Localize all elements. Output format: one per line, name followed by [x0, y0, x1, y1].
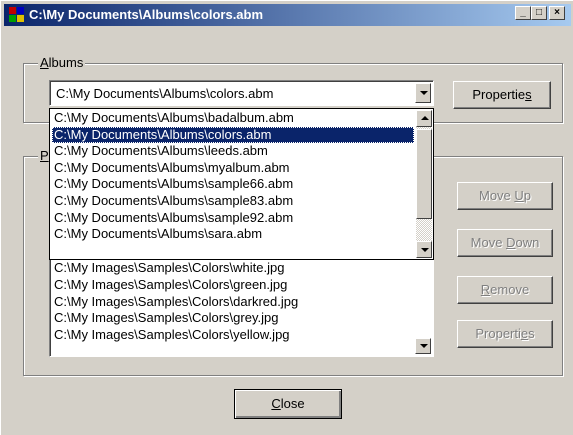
- photos-scroll-down-button[interactable]: [415, 338, 431, 354]
- app-icon[interactable]: [9, 7, 25, 23]
- minimize-button[interactable]: _: [515, 6, 531, 20]
- albums-label-rest: lbums: [48, 55, 84, 70]
- photo-list-item[interactable]: C:\My Images\Samples\Colors\white.jpg: [52, 260, 284, 276]
- photo-list-item[interactable]: C:\My Images\Samples\Colors\yellow.jpg: [52, 327, 290, 343]
- photo-list-item[interactable]: C:\My Images\Samples\Colors\darkred.jpg: [52, 294, 298, 310]
- close-label-mnemonic: C: [271, 396, 281, 411]
- album-combobox[interactable]: C:\My Documents\Albums\colors.abm: [49, 80, 434, 106]
- move-up-label-post: p: [523, 188, 532, 203]
- album-combobox-value: C:\My Documents\Albums\colors.abm: [56, 86, 274, 101]
- album-properties-label-mnemonic: s: [525, 87, 532, 102]
- dropdown-scroll-up-button[interactable]: [416, 110, 432, 127]
- album-properties-button[interactable]: Properties: [453, 81, 551, 109]
- album-combobox-dropdown-button[interactable]: [415, 83, 431, 103]
- album-dropdown-item[interactable]: C:\My Documents\Albums\sample66.abm: [52, 176, 414, 192]
- scroll-down-icon: [421, 248, 429, 252]
- photos-label-mnemonic: P: [40, 148, 49, 163]
- album-dropdown-item[interactable]: C:\My Documents\Albums\leeds.abm: [52, 143, 414, 159]
- album-dropdown-item[interactable]: C:\My Documents\Albums\sample92.abm: [52, 210, 414, 226]
- remove-label-mnemonic: R: [480, 282, 491, 297]
- close-icon: ×: [554, 7, 560, 18]
- move-down-label-post: own: [515, 235, 540, 250]
- close-window-button[interactable]: ×: [549, 6, 565, 20]
- albums-label-mnemonic: A: [40, 55, 49, 70]
- album-dropdown-item[interactable]: C:\My Documents\Albums\colors.abm: [52, 126, 414, 143]
- remove-label-post: emove: [490, 282, 530, 297]
- photo-list-item[interactable]: C:\My Images\Samples\Colors\grey.jpg: [52, 310, 278, 326]
- photo-properties-label-post: s: [528, 326, 535, 341]
- album-editor-window: C:\My Documents\Albums\colors.abm _ □ × …: [0, 0, 573, 435]
- title-bar[interactable]: C:\My Documents\Albums\colors.abm _ □ ×: [4, 4, 571, 26]
- albums-group-label: Albums: [38, 55, 86, 70]
- maximize-button[interactable]: □: [531, 6, 547, 20]
- photo-properties-label-pre: Properti: [475, 326, 521, 341]
- move-up-button[interactable]: Move Up: [457, 182, 553, 210]
- maximize-icon: □: [535, 7, 543, 18]
- chevron-down-icon: [420, 91, 428, 95]
- minimize-icon: _: [520, 7, 526, 18]
- move-up-label-pre: Move: [478, 188, 515, 203]
- photo-list-item[interactable]: C:\My Images\Samples\Colors\green.jpg: [52, 277, 287, 293]
- scroll-up-icon: [421, 116, 429, 120]
- album-dropdown-item[interactable]: C:\My Documents\Albums\badalbum.abm: [52, 110, 414, 126]
- album-properties-label-pre: Propertie: [472, 87, 526, 102]
- album-dropdown-list[interactable]: C:\My Documents\Albums\badalbum.abm C:\My…: [49, 108, 434, 260]
- album-dropdown-item[interactable]: C:\My Documents\Albums\sample83.abm: [52, 193, 414, 209]
- dropdown-scroll-down-button[interactable]: [416, 241, 432, 258]
- photo-properties-button[interactable]: Properties: [457, 320, 553, 348]
- album-dropdown-item[interactable]: C:\My Documents\Albums\sara.abm: [52, 226, 414, 242]
- album-dropdown-item[interactable]: C:\My Documents\Albums\myalbum.abm: [52, 160, 414, 176]
- dropdown-scroll-thumb[interactable]: [416, 129, 432, 219]
- scroll-down-icon: [420, 344, 428, 348]
- close-button[interactable]: Close: [234, 389, 342, 419]
- remove-button[interactable]: Remove: [457, 276, 553, 304]
- close-label-post: lose: [280, 396, 305, 411]
- window-title: C:\My Documents\Albums\colors.abm: [29, 7, 264, 22]
- move-down-button[interactable]: Move Down: [457, 229, 553, 257]
- move-up-label-mnemonic: U: [514, 188, 524, 203]
- move-down-label-pre: Move: [470, 235, 507, 250]
